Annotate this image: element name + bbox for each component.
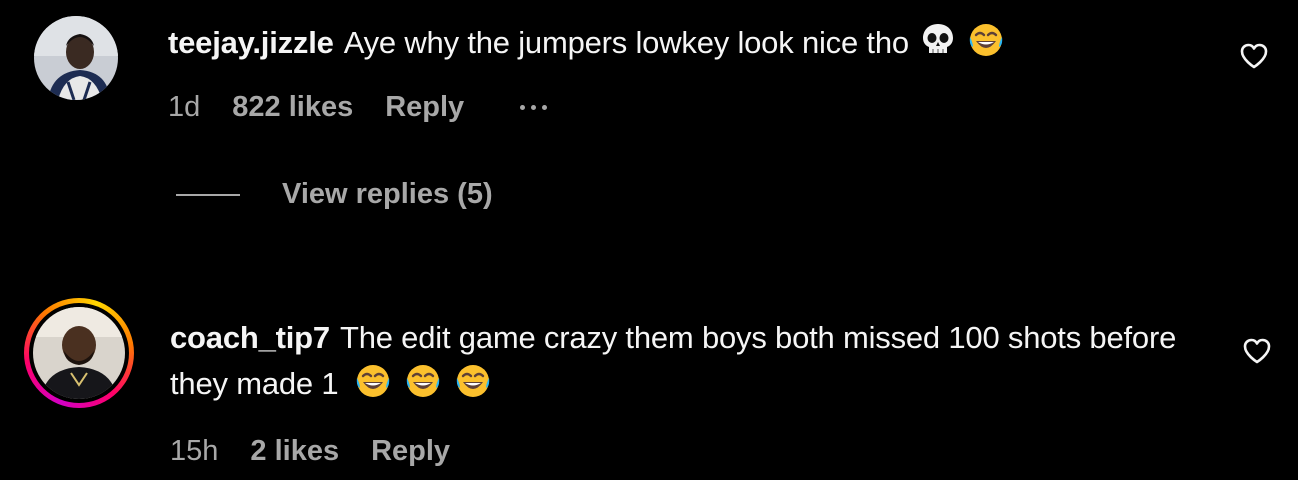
avatar-image[interactable]	[34, 16, 118, 100]
heart-outline-icon[interactable]	[1238, 40, 1270, 72]
avatar[interactable]	[34, 16, 118, 100]
heart-outline-icon[interactable]	[1241, 335, 1273, 367]
tears-of-joy-emoji	[454, 362, 492, 400]
tears-of-joy-emoji	[354, 362, 392, 400]
tears-of-joy-emoji	[967, 21, 1005, 59]
view-replies-button[interactable]: View replies (5)	[176, 178, 493, 211]
comment-body: coach_tip7 The edit game crazy them boys …	[170, 315, 1210, 407]
comment-text: Aye why the jumpers lowkey look nice tho	[343, 25, 909, 60]
tears-of-joy-emoji	[404, 362, 442, 400]
reply-button[interactable]: Reply	[385, 91, 464, 124]
comment-item: teejay.jizzle Aye why the jumpers lowkey …	[0, 0, 1298, 250]
avatar-image[interactable]	[33, 307, 125, 399]
reply-button[interactable]: Reply	[371, 435, 450, 468]
skull-emoji	[919, 21, 957, 59]
profile-photo	[34, 16, 118, 100]
comment-timestamp: 1d	[168, 90, 201, 123]
comment-username[interactable]: coach_tip7	[170, 320, 330, 355]
comment-meta: 1d 822 likes Reply	[168, 86, 548, 128]
comment-item: coach_tip7 The edit game crazy them boys …	[0, 280, 1298, 480]
avatar-story-ring[interactable]	[24, 298, 134, 408]
comment-like-count[interactable]: 2 likes	[250, 435, 339, 468]
comment-timestamp: 15h	[170, 434, 219, 467]
comment-like-count[interactable]: 822 likes	[232, 91, 353, 124]
profile-photo	[33, 307, 125, 399]
avatar-ring-gap	[29, 303, 129, 403]
view-replies-label: View replies (5)	[282, 178, 493, 210]
more-options-icon[interactable]	[520, 104, 548, 110]
view-replies-divider	[176, 193, 240, 196]
comment-meta: 15h 2 likes Reply	[170, 430, 450, 472]
comment-body: teejay.jizzle Aye why the jumpers lowkey …	[168, 20, 1208, 66]
comment-username[interactable]: teejay.jizzle	[168, 25, 334, 60]
